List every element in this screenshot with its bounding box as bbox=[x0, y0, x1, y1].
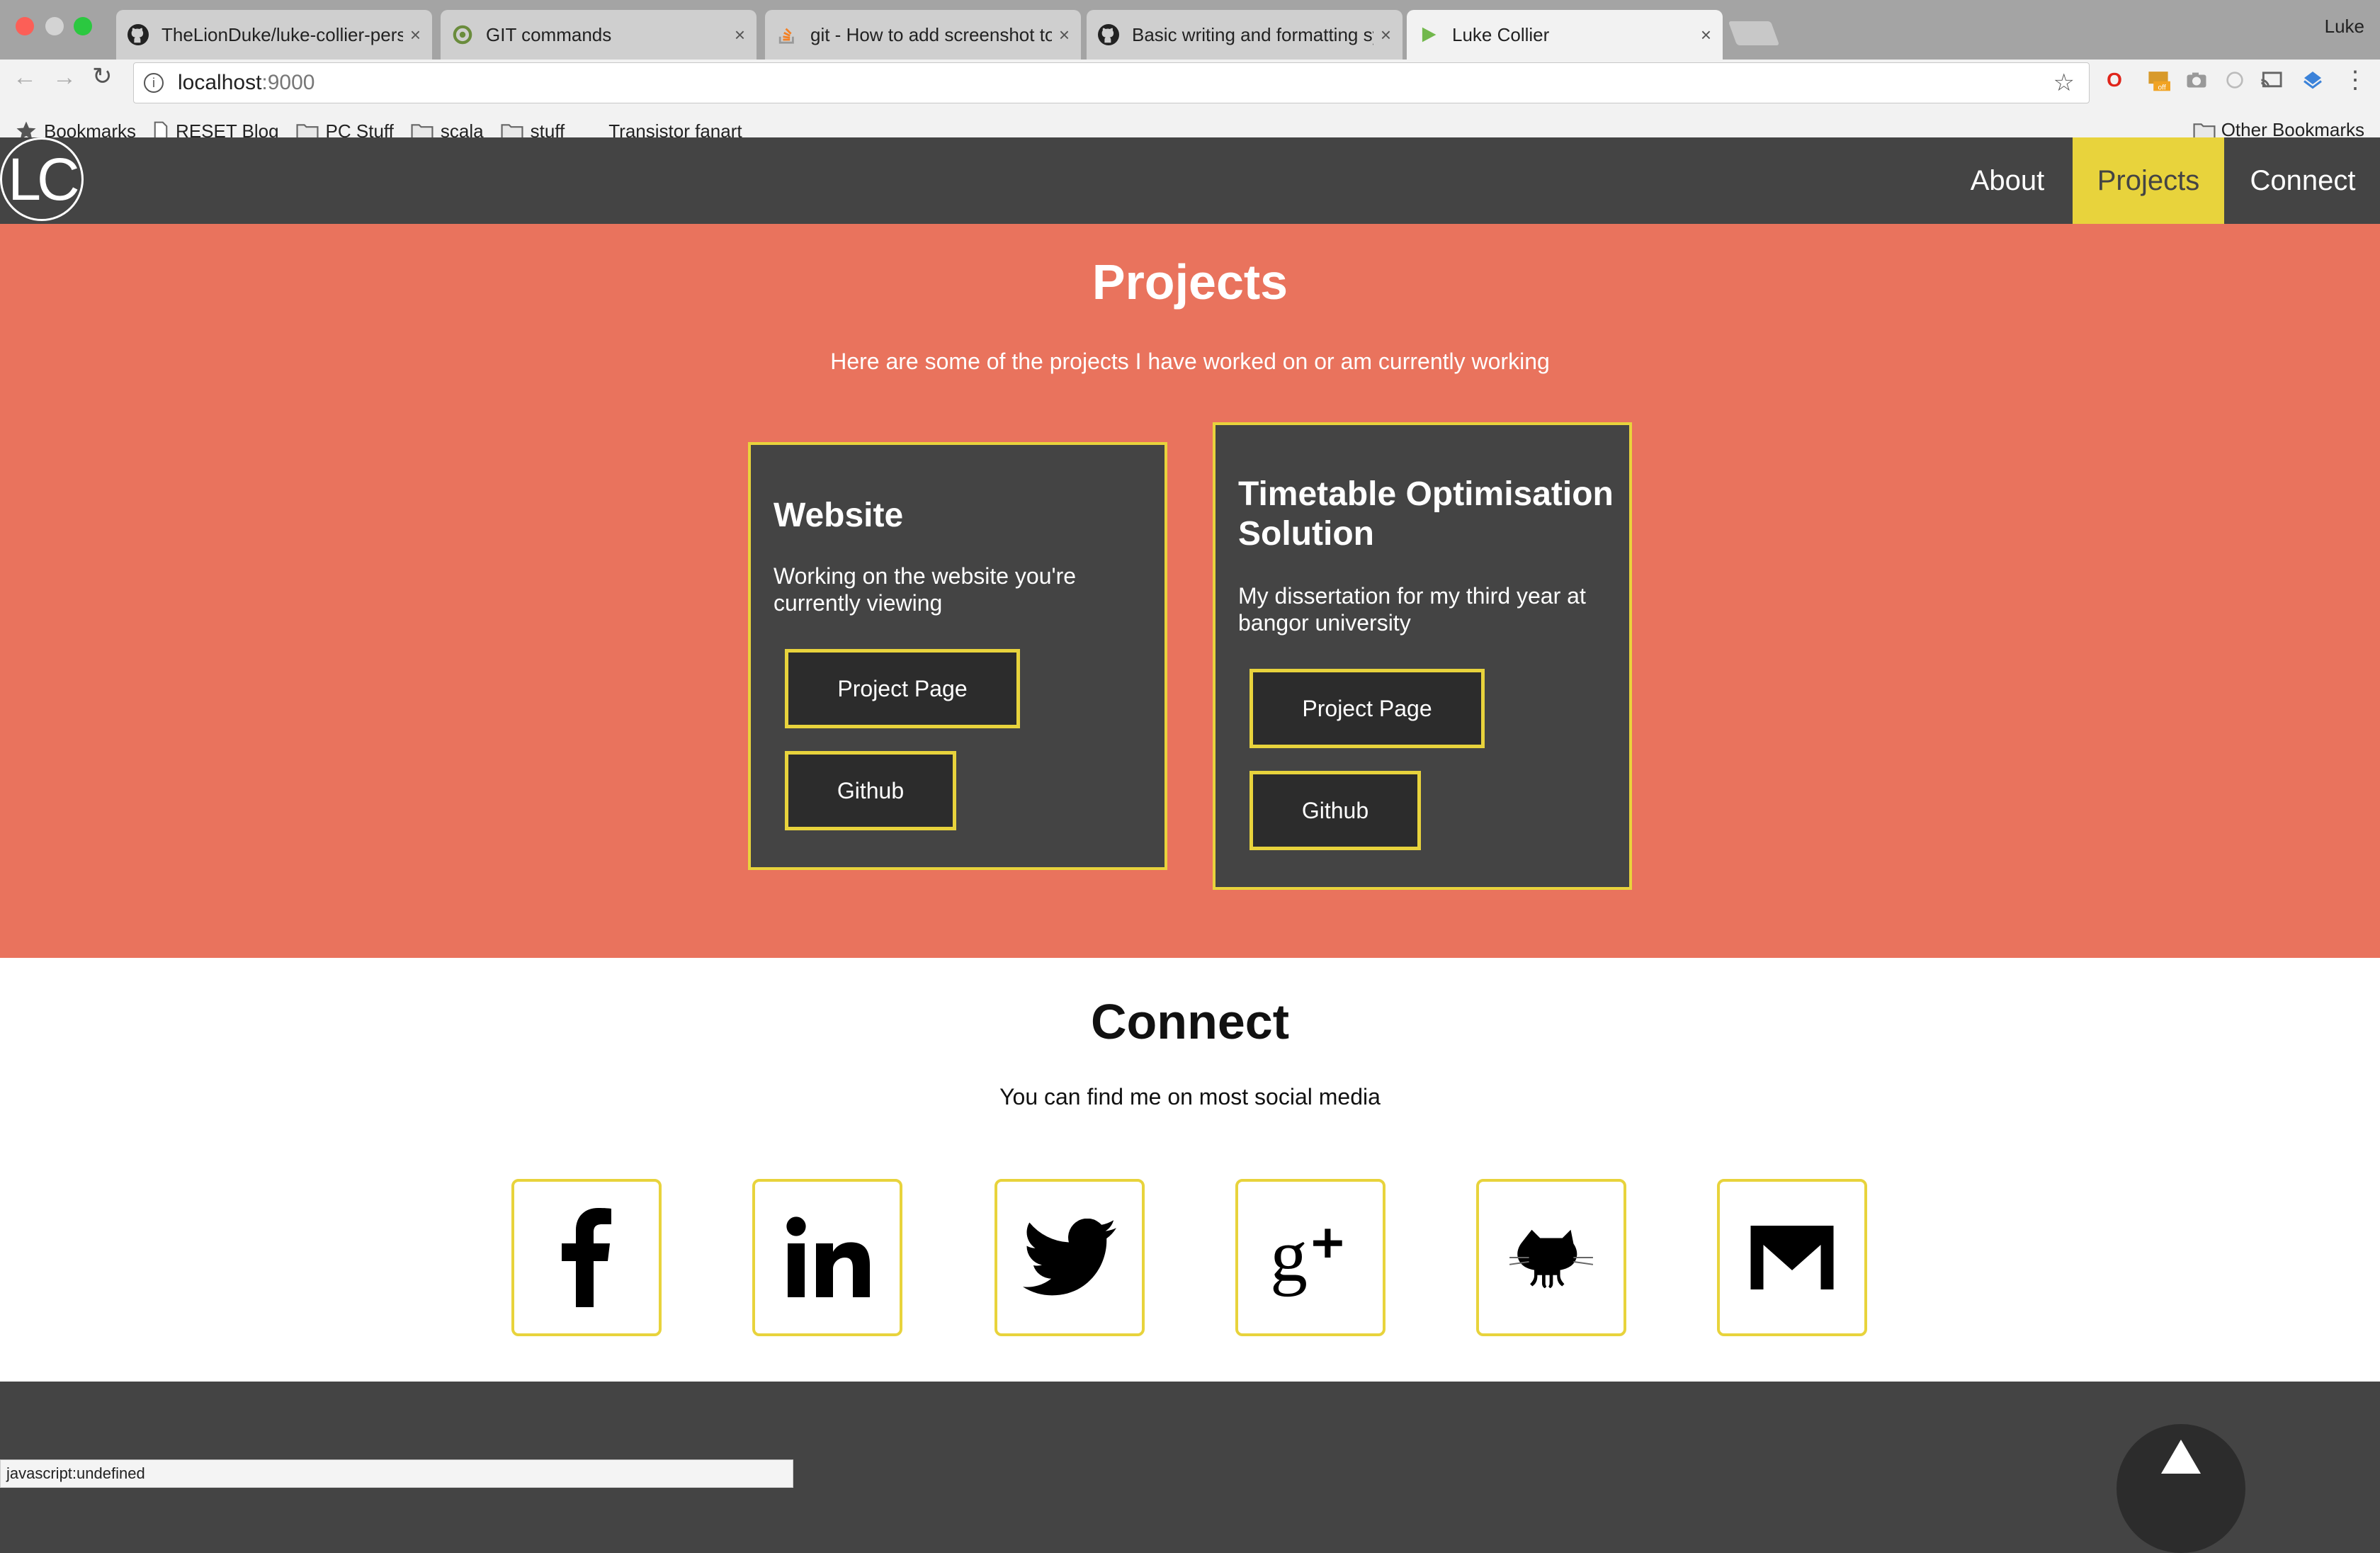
back-arrow-icon[interactable]: ← bbox=[13, 64, 37, 91]
project-title: Timetable Optimisation Solution bbox=[1238, 475, 1614, 553]
facebook-icon bbox=[562, 1208, 611, 1307]
status-bar: javascript:undefined bbox=[0, 1459, 793, 1488]
close-tab-icon[interactable]: × bbox=[1381, 24, 1391, 46]
project-description: Working on the website you're currently … bbox=[774, 563, 1077, 616]
browser-tab[interactable]: GIT commands × bbox=[441, 10, 756, 60]
site-navbar: LC About Projects Connect bbox=[0, 137, 2380, 224]
close-tab-icon[interactable]: × bbox=[410, 24, 421, 46]
menu-kebab-icon[interactable]: ⋮ bbox=[2343, 67, 2367, 94]
play-icon bbox=[1418, 24, 1439, 45]
project-page-button[interactable]: Project Page bbox=[785, 649, 1020, 728]
browser-tab-active[interactable]: Luke Collier × bbox=[1407, 10, 1723, 60]
connect-subtitle: You can find me on most social media bbox=[999, 1084, 1381, 1109]
stackoverflow-icon bbox=[776, 24, 798, 45]
project-card: Timetable Optimisation Solution My disse… bbox=[1213, 422, 1632, 890]
google-plus-icon: g bbox=[1270, 1214, 1342, 1297]
svg-text:off: off bbox=[2158, 84, 2166, 92]
close-tab-icon[interactable]: × bbox=[1701, 24, 1711, 46]
profile-name[interactable]: Luke bbox=[2325, 16, 2364, 38]
project-page-button[interactable]: Project Page bbox=[1250, 669, 1485, 748]
nav-connect[interactable]: Connect bbox=[2230, 137, 2376, 224]
forward-arrow-icon[interactable]: → bbox=[52, 64, 76, 91]
project-description: My dissertation for my third year at ban… bbox=[1238, 583, 1586, 636]
github-link[interactable] bbox=[1476, 1179, 1626, 1336]
nav-projects[interactable]: Projects bbox=[2073, 137, 2224, 224]
reload-icon[interactable]: ↻ bbox=[92, 62, 113, 91]
linkedin-icon bbox=[786, 1216, 870, 1297]
new-tab-button[interactable] bbox=[1728, 21, 1780, 45]
close-window-button[interactable] bbox=[16, 17, 34, 35]
tab-title: TheLionDuke/luke-collier-pers bbox=[162, 23, 403, 45]
address-bar[interactable]: i localhost:9000 ☆ bbox=[133, 62, 2090, 103]
projects-section: Projects Here are some of the projects I… bbox=[0, 224, 2380, 958]
connect-section: Connect You can find me on most social m… bbox=[0, 958, 2380, 1382]
minimize-window-button[interactable] bbox=[45, 17, 64, 35]
bookmark-star-icon[interactable]: ☆ bbox=[2053, 69, 2075, 97]
gmail-link[interactable] bbox=[1717, 1179, 1867, 1336]
tab-title: git - How to add screenshot to bbox=[810, 23, 1052, 45]
extension-icon[interactable] bbox=[2301, 68, 2325, 92]
url-port: :9000 bbox=[261, 71, 315, 94]
projects-subtitle: Here are some of the projects I have wor… bbox=[830, 349, 1550, 374]
project-title: Website bbox=[774, 497, 904, 534]
browser-tab[interactable]: Basic writing and formatting sy × bbox=[1087, 10, 1402, 60]
close-tab-icon[interactable]: × bbox=[735, 24, 745, 46]
tab-title: Luke Collier bbox=[1452, 23, 1550, 45]
circle-extension-icon[interactable] bbox=[2223, 68, 2247, 92]
projects-title: Projects bbox=[1092, 254, 1288, 310]
opera-icon[interactable]: O bbox=[2102, 68, 2126, 92]
back-to-top-button[interactable] bbox=[2116, 1424, 2245, 1553]
github-icon bbox=[1098, 24, 1119, 45]
github-button[interactable]: Github bbox=[785, 751, 956, 830]
zoom-window-button[interactable] bbox=[74, 17, 92, 35]
browser-tab[interactable]: git - How to add screenshot to × bbox=[765, 10, 1081, 60]
github-icon bbox=[128, 24, 149, 45]
facebook-link[interactable] bbox=[511, 1179, 662, 1336]
tab-title: Basic writing and formatting sy bbox=[1132, 23, 1373, 45]
linkedin-link[interactable] bbox=[752, 1179, 902, 1336]
github-icon bbox=[1509, 1229, 1594, 1289]
tab-title: GIT commands bbox=[486, 23, 612, 45]
twitter-icon bbox=[1023, 1219, 1116, 1296]
project-card: Website Working on the website you're cu… bbox=[748, 442, 1167, 870]
svg-text:g: g bbox=[1270, 1214, 1308, 1297]
url-host: localhost bbox=[178, 71, 262, 94]
info-icon[interactable]: i bbox=[144, 73, 164, 93]
nav-about[interactable]: About bbox=[1955, 137, 2060, 224]
up-arrow-icon bbox=[2161, 1440, 2201, 1474]
cast-icon[interactable] bbox=[2260, 68, 2284, 92]
folder-icon bbox=[2193, 121, 2216, 140]
google-plus-link[interactable]: g bbox=[1235, 1179, 1386, 1336]
site-icon bbox=[452, 24, 473, 45]
browser-tab[interactable]: TheLionDuke/luke-collier-pers × bbox=[116, 10, 432, 60]
site-logo[interactable]: LC bbox=[0, 137, 84, 221]
github-button[interactable]: Github bbox=[1250, 771, 1421, 850]
twitter-link[interactable] bbox=[994, 1179, 1145, 1336]
gmail-icon bbox=[1750, 1226, 1834, 1289]
close-tab-icon[interactable]: × bbox=[1059, 24, 1070, 46]
adblock-icon[interactable]: off bbox=[2146, 68, 2170, 92]
connect-title: Connect bbox=[1091, 994, 1289, 1049]
camera-icon[interactable] bbox=[2184, 68, 2209, 92]
browser-tab-bar: TheLionDuke/luke-collier-pers × GIT comm… bbox=[0, 0, 2380, 60]
